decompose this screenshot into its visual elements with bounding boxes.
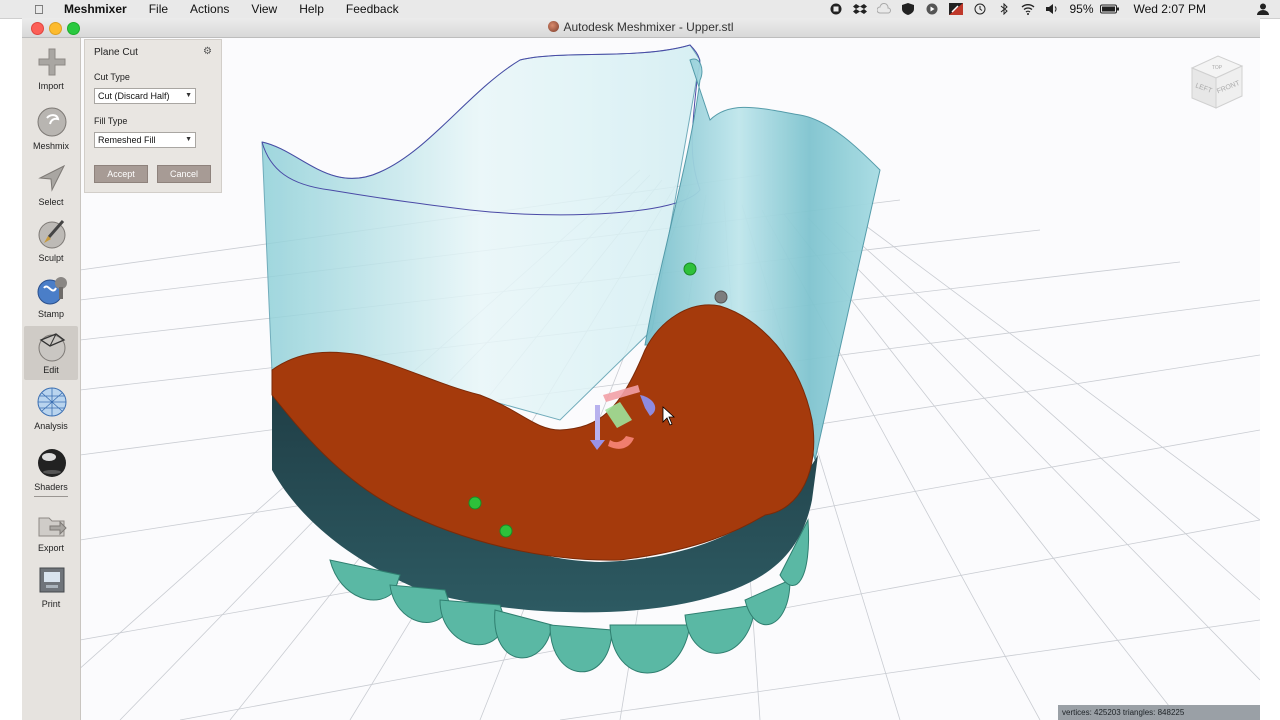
tool-edit-label: Edit xyxy=(43,365,59,375)
tool-print-label: Print xyxy=(41,599,61,609)
gray-handle[interactable] xyxy=(714,290,728,304)
view-cube-top-label: TOP xyxy=(1212,65,1223,71)
tool-analysis[interactable]: Analysis xyxy=(24,382,78,436)
tool-analysis-label: Analysis xyxy=(34,421,68,431)
arrow-cursor-icon xyxy=(38,164,66,192)
volume-icon[interactable] xyxy=(1045,3,1059,15)
meshmix-sphere-icon xyxy=(37,107,67,137)
menu-file[interactable]: File xyxy=(149,2,168,16)
menu-bar:  Meshmixer File Actions View Help Feedb… xyxy=(0,0,1280,19)
chevron-down-icon: ▼ xyxy=(185,92,192,99)
gear-icon[interactable]: ⚙ xyxy=(203,46,212,57)
fill-type-value: Remeshed Fill xyxy=(98,135,156,145)
cut-type-select[interactable]: Cut (Discard Half) ▼ xyxy=(94,88,196,104)
toolbar-divider xyxy=(34,496,68,497)
cut-type-label: Cut Type xyxy=(94,72,130,82)
shader-sphere-icon xyxy=(38,449,66,477)
edit-sphere-icon xyxy=(38,333,66,362)
menu-feedback[interactable]: Feedback xyxy=(346,2,399,16)
tool-export[interactable]: Export xyxy=(24,504,78,558)
menu-actions[interactable]: Actions xyxy=(190,2,229,16)
tool-select[interactable]: Select xyxy=(24,158,78,212)
tool-import-label: Import xyxy=(38,81,64,91)
dropbox-icon[interactable] xyxy=(853,3,868,15)
menu-clock[interactable]: Wed 2:07 PM xyxy=(1134,2,1206,16)
export-icon xyxy=(38,517,67,537)
cut-type-value: Cut (Discard Half) xyxy=(98,91,170,101)
green-handle-2[interactable] xyxy=(468,496,482,510)
tool-edit[interactable]: Edit xyxy=(24,326,78,380)
plus-icon xyxy=(38,48,66,76)
accept-button[interactable]: Accept xyxy=(94,165,148,183)
tool-stamp-label: Stamp xyxy=(37,309,64,319)
menu-help[interactable]: Help xyxy=(299,2,324,16)
tool-export-label: Export xyxy=(37,543,64,553)
panel-title: Plane Cut xyxy=(94,47,138,58)
tool-meshmix[interactable]: Meshmix xyxy=(24,102,78,156)
menu-app-name[interactable]: Meshmixer xyxy=(64,2,127,16)
tool-shaders-label: Shaders xyxy=(34,482,68,492)
plane-cut-panel: Plane Cut ⚙ Cut Type Cut (Discard Half) … xyxy=(84,39,222,193)
fill-type-label: Fill Type xyxy=(94,116,128,126)
shield-icon[interactable] xyxy=(901,3,915,15)
play-icon[interactable] xyxy=(925,3,939,15)
mesh-stats: vertices: 425203 triangles: 848225 xyxy=(1058,705,1260,720)
bluetooth-icon[interactable] xyxy=(997,2,1011,16)
window-title-bar: Autodesk Meshmixer - Upper.stl xyxy=(22,18,1260,38)
apple-icon[interactable]:  xyxy=(34,2,50,17)
cancel-button[interactable]: Cancel xyxy=(157,165,211,183)
time-machine-icon[interactable] xyxy=(973,3,987,15)
battery-icon[interactable] xyxy=(1099,3,1119,15)
tool-import[interactable]: Import xyxy=(24,42,78,96)
tool-stamp[interactable]: Stamp xyxy=(24,270,78,324)
window-title: Autodesk Meshmixer - Upper.stl xyxy=(22,20,1260,34)
tool-print[interactable]: Print xyxy=(24,560,78,614)
stamp-icon xyxy=(37,277,67,305)
view-cube[interactable]: TOP LEFT FRONT xyxy=(1186,52,1246,112)
wifi-icon[interactable] xyxy=(1021,3,1035,15)
fill-type-select[interactable]: Remeshed Fill ▼ xyxy=(94,132,196,148)
left-toolbar: Import Meshmix Select Sculpt Stamp Edit … xyxy=(22,38,81,720)
tool-select-label: Select xyxy=(38,197,64,207)
green-handle-1[interactable] xyxy=(683,262,697,276)
printer-icon xyxy=(39,567,65,593)
window-title-text: Autodesk Meshmixer - Upper.stl xyxy=(563,20,734,34)
cloud-icon[interactable] xyxy=(877,3,892,15)
color-picker-icon[interactable] xyxy=(949,3,964,15)
tool-meshmix-label: Meshmix xyxy=(32,141,69,151)
brush-sphere-icon xyxy=(38,220,66,249)
chevron-down-icon: ▼ xyxy=(185,136,192,143)
tool-sculpt[interactable]: Sculpt xyxy=(24,214,78,268)
record-icon[interactable] xyxy=(829,3,843,15)
user-icon[interactable] xyxy=(1256,3,1270,15)
tool-sculpt-label: Sculpt xyxy=(38,253,64,263)
green-handle-3[interactable] xyxy=(499,524,513,538)
tool-shaders[interactable]: Shaders xyxy=(24,443,78,497)
battery-percent[interactable]: 95% xyxy=(1069,2,1093,16)
analysis-sphere-icon xyxy=(37,387,67,417)
meshmixer-app-icon xyxy=(548,21,560,32)
menu-view[interactable]: View xyxy=(251,2,277,16)
